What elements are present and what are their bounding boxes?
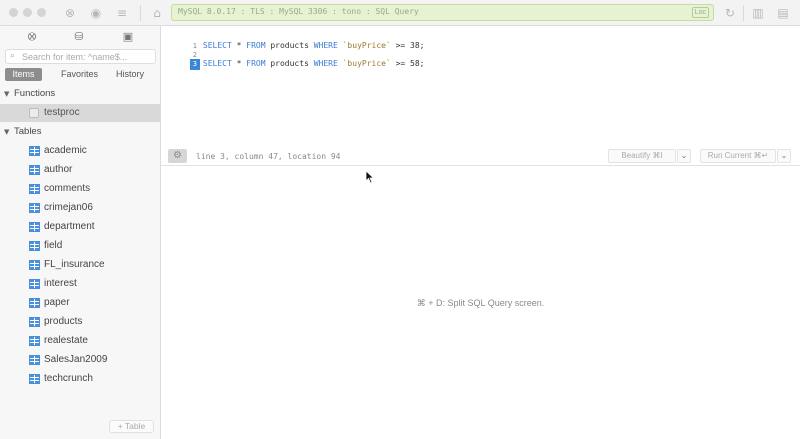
chevron-down-icon[interactable]: ⌄ <box>777 149 791 163</box>
tables-section-header[interactable]: ▼ Tables <box>0 124 160 140</box>
table-icon <box>29 355 40 365</box>
table-icon <box>29 374 40 384</box>
database-icon[interactable]: ⛁ <box>72 30 86 44</box>
toolbar-divider <box>140 5 141 21</box>
editor-status-bar: ⚙ line 3, column 47, location 94 Beautif… <box>161 147 800 166</box>
table-item[interactable]: FL_insurance <box>0 256 160 275</box>
table-icon <box>29 336 40 346</box>
table-icon <box>29 222 40 232</box>
eye-icon[interactable]: ◉ <box>88 5 104 21</box>
sidebar-tabs: Items Favorites History <box>5 68 156 81</box>
close-window-button[interactable] <box>9 8 18 17</box>
close-circle-icon[interactable]: ⊗ <box>62 5 78 21</box>
table-label: paper <box>44 297 70 308</box>
table-label: products <box>44 316 83 327</box>
sql-editor[interactable]: 1 SELECT * FROM products WHERE `buyPrice`… <box>161 26 800 147</box>
tables-section-label: Tables <box>14 126 42 137</box>
functions-section-label: Functions <box>14 88 56 99</box>
chevron-down-icon[interactable]: ⌄ <box>677 149 691 163</box>
table-item[interactable]: interest <box>0 275 160 294</box>
table-label: realestate <box>44 335 88 346</box>
sidebar-search: ⌕ <box>5 49 156 64</box>
connection-status-bar: MySQL 8.0.17 : TLS : MySQL 3306 : tono :… <box>171 4 714 21</box>
table-item[interactable]: products <box>0 313 160 332</box>
table-icon <box>29 165 40 175</box>
table-item[interactable]: comments <box>0 180 160 199</box>
connection-icon[interactable]: ⭙ <box>25 30 39 44</box>
sql-identifier: `buyPrice` <box>337 59 391 68</box>
table-icon <box>29 317 40 327</box>
search-icon: ⌕ <box>10 51 16 61</box>
refresh-icon[interactable]: ↻ <box>722 5 738 21</box>
table-item[interactable]: SalesJan2009 <box>0 351 160 370</box>
cursor-position: line 3, column 47, location 94 <box>196 152 341 161</box>
search-input[interactable] <box>22 51 152 62</box>
table-label: SalesJan2009 <box>44 354 108 365</box>
table-icon <box>29 260 40 270</box>
lock-icon: ⌂ <box>153 6 161 20</box>
function-item-testproc[interactable]: testproc <box>0 104 160 122</box>
minimize-window-button[interactable] <box>23 8 32 17</box>
tab-items[interactable]: Items <box>5 68 42 81</box>
sql-keyword: FROM <box>246 59 266 68</box>
table-label: FL_insurance <box>44 259 105 270</box>
table-label: comments <box>44 183 91 194</box>
sql-token: >= <box>390 59 411 68</box>
table-item[interactable]: paper <box>0 294 160 313</box>
beautify-button[interactable]: Beautify ⌘I <box>608 149 676 163</box>
table-label: field <box>44 240 63 251</box>
table-label: techcrunch <box>44 373 93 384</box>
line-number: 3 <box>189 59 200 70</box>
table-icon <box>29 241 40 251</box>
table-item[interactable]: techcrunch <box>0 370 160 389</box>
sql-editor-icon[interactable]: ▣ <box>121 30 135 44</box>
disclosure-triangle-icon[interactable]: ▼ <box>4 86 14 102</box>
tab-history[interactable]: History <box>109 68 151 81</box>
sql-value: 58; <box>410 59 425 68</box>
title-bar: ⊗ ◉ ≡ ⌂ MySQL 8.0.17 : TLS : MySQL 3306 … <box>0 0 800 26</box>
table-label: crimejan06 <box>44 202 93 213</box>
table-icon <box>29 184 40 194</box>
sql-keyword: WHERE <box>313 59 338 68</box>
disclosure-triangle-icon[interactable]: ▼ <box>4 124 14 140</box>
table-icon <box>29 279 40 289</box>
split-screen-hint: ⌘ + D: Split SQL Query screen. <box>416 298 545 308</box>
gear-icon[interactable]: ⚙ <box>168 149 187 163</box>
sidebar: ⭙ ⛁ ▣ ⌕ Items Favorites History ▼Functio… <box>0 26 161 439</box>
table-item[interactable]: crimejan06 <box>0 199 160 218</box>
results-pane: ⌘ + D: Split SQL Query screen. <box>161 167 800 439</box>
sql-keyword: SELECT <box>202 59 232 68</box>
table-label: interest <box>44 278 77 289</box>
function-label: testproc <box>44 107 80 118</box>
toggle-sidebar-icon[interactable]: ▥ <box>750 5 766 21</box>
connection-badge[interactable]: Loc <box>691 7 709 18</box>
sql-token: products <box>265 59 314 68</box>
table-label: department <box>44 221 95 232</box>
toggle-panel-icon[interactable]: ▤ <box>775 5 791 21</box>
table-item[interactable]: field <box>0 237 160 256</box>
tab-favorites[interactable]: Favorites <box>52 68 107 81</box>
table-item[interactable]: department <box>0 218 160 237</box>
table-item[interactable]: realestate <box>0 332 160 351</box>
app-window: ⊗ ◉ ≡ ⌂ MySQL 8.0.17 : TLS : MySQL 3306 … <box>0 0 800 439</box>
mouse-pointer-icon <box>365 170 375 184</box>
connection-info: MySQL 8.0.17 : TLS : MySQL 3306 : tono :… <box>178 7 419 16</box>
table-icon <box>29 203 40 213</box>
function-icon <box>29 108 39 118</box>
sql-token: * <box>231 59 247 68</box>
table-icon <box>29 298 40 308</box>
toolbar-divider <box>743 5 744 21</box>
add-table-button[interactable]: + Table <box>109 420 154 433</box>
functions-section-header[interactable]: ▼ Functions <box>0 86 160 102</box>
table-icon <box>29 146 40 156</box>
table-label: author <box>44 164 73 175</box>
code-line[interactable]: 3 SELECT * FROM products WHERE `buyPrice`… <box>161 47 425 70</box>
run-current-button[interactable]: Run Current ⌘↵ <box>700 149 776 163</box>
list-icon[interactable]: ≡ <box>114 5 130 21</box>
zoom-window-button[interactable] <box>37 8 46 17</box>
table-item[interactable]: academic <box>0 142 160 161</box>
table-item[interactable]: author <box>0 161 160 180</box>
table-label: academic <box>44 145 87 156</box>
